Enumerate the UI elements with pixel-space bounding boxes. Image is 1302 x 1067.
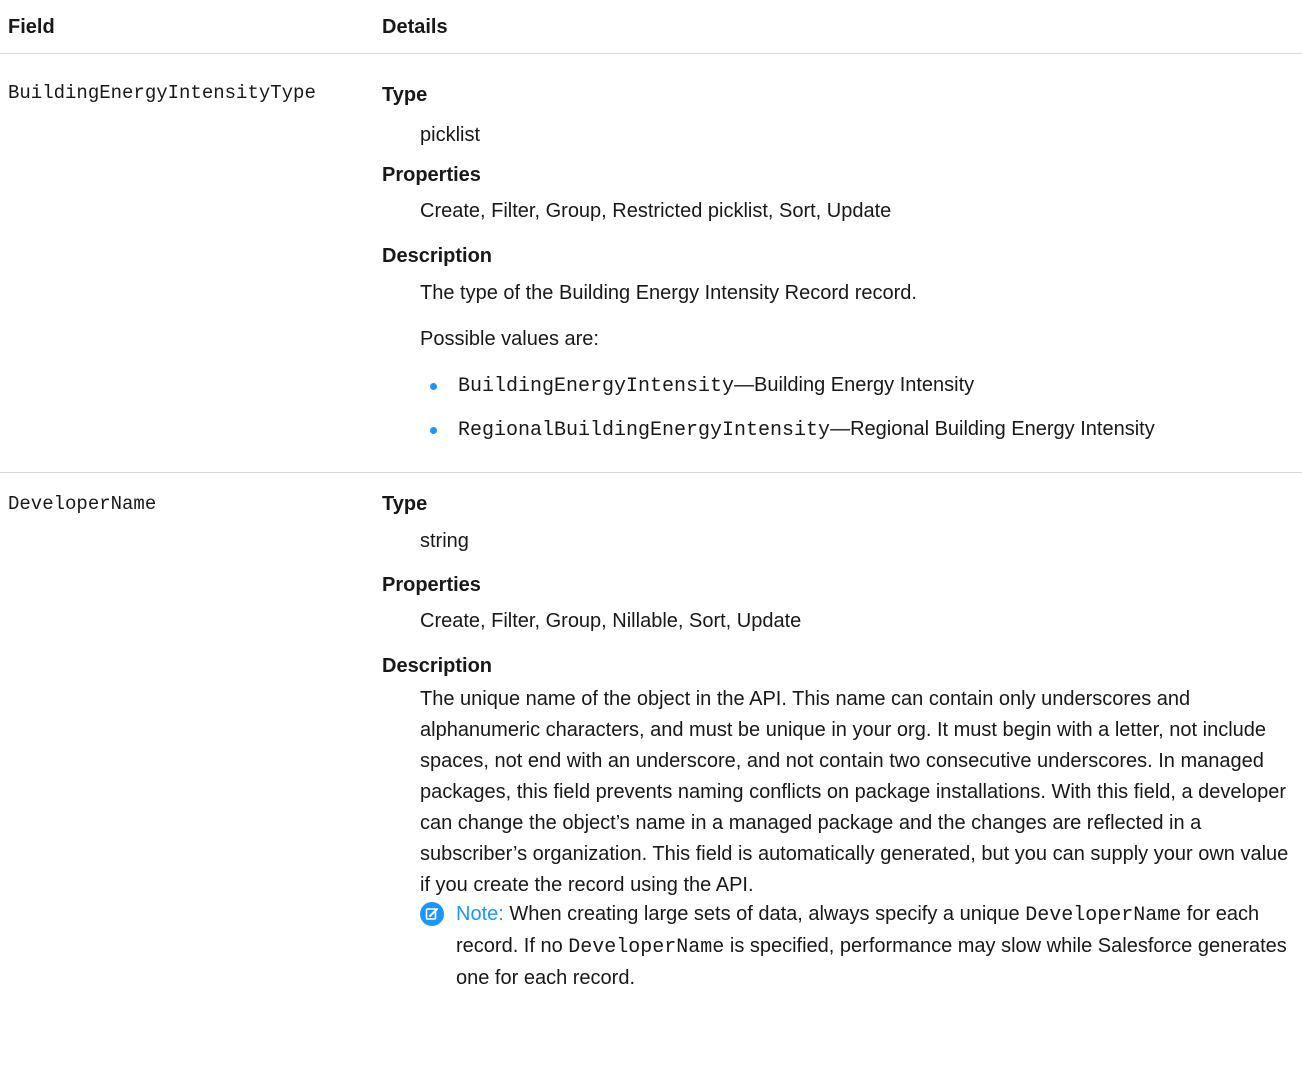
properties-value: Create, Filter, Group, Restricted pickli… <box>420 200 892 222</box>
note-edit-icon <box>420 902 444 926</box>
field-details-table: Field Details BuildingEnergyIntensityTyp… <box>0 0 1302 1033</box>
header-details: Details <box>382 16 448 38</box>
inline-code: DeveloperName <box>1025 904 1182 927</box>
table-header: Field Details <box>0 0 1302 54</box>
value-code: BuildingEnergyIntensity—Building Energy … <box>458 374 975 398</box>
field-name: DeveloperName <box>8 493 157 515</box>
properties-value: Create, Filter, Group, Nillable, Sort, U… <box>420 610 802 632</box>
description-label: Description <box>382 245 493 267</box>
description-text: The unique name of the object in the API… <box>420 688 1289 896</box>
bullet-dot-icon <box>430 427 437 434</box>
note-text: Note: When creating large sets of data, … <box>456 903 1287 989</box>
type-value: string <box>420 530 469 552</box>
type-label: Type <box>382 493 428 515</box>
type-value: picklist <box>420 124 481 146</box>
header-field: Field <box>8 16 55 38</box>
table-row: DeveloperName Type string Properties Cre… <box>0 473 1302 1033</box>
properties-label: Properties <box>382 164 481 186</box>
field-name: BuildingEnergyIntensityType <box>8 82 316 104</box>
inline-code: DeveloperName <box>568 936 725 959</box>
note-label: Note: <box>456 903 504 925</box>
description-label: Description <box>382 655 493 677</box>
possible-values-intro: Possible values are: <box>420 328 599 350</box>
table-row: BuildingEnergyIntensityType Type picklis… <box>0 54 1302 473</box>
type-label: Type <box>382 84 428 106</box>
bullet-dot-icon <box>430 383 437 390</box>
value-code: RegionalBuildingEnergyIntensity—Regional… <box>458 418 1155 442</box>
description-text: The type of the Building Energy Intensit… <box>420 282 917 304</box>
properties-label: Properties <box>382 574 481 596</box>
